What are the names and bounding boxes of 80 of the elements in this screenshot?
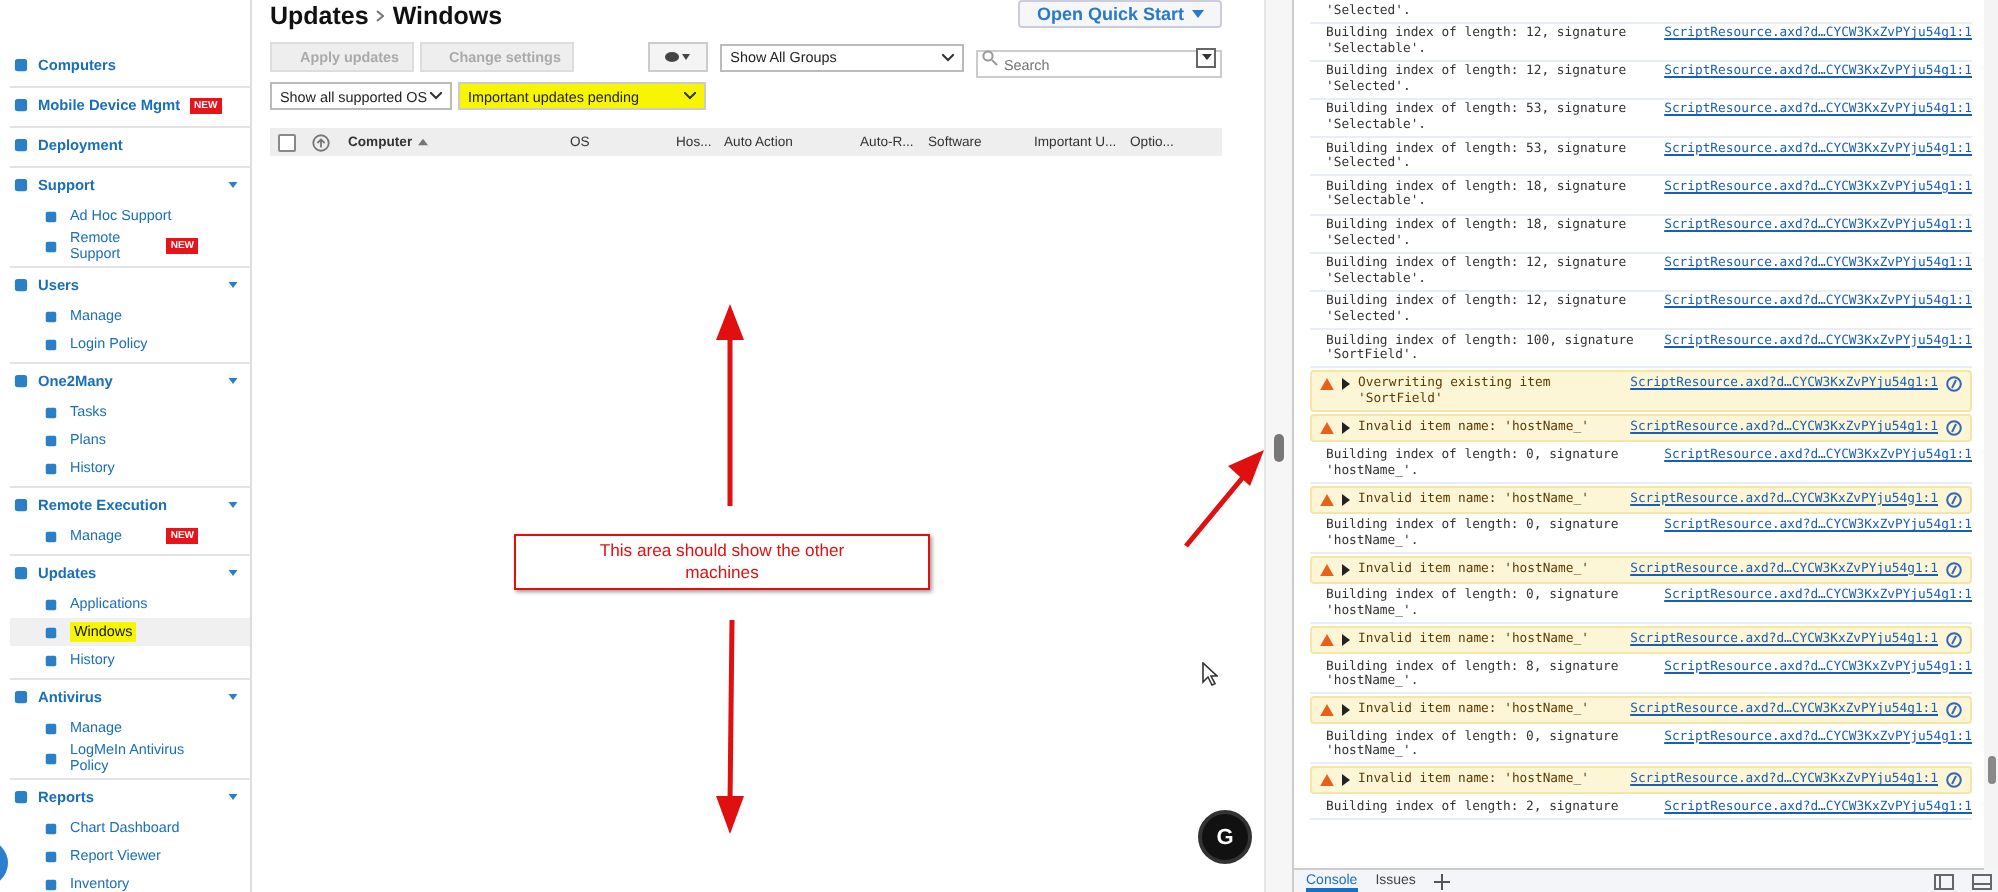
square-icon xyxy=(44,405,58,419)
square-icon xyxy=(44,751,58,765)
caret-icon xyxy=(228,378,238,384)
square-icon xyxy=(14,374,28,388)
chevron-icon xyxy=(376,10,385,22)
circle-icon[interactable] xyxy=(1946,561,1962,578)
square-icon xyxy=(14,790,28,804)
square-icon xyxy=(44,461,58,475)
square-icon xyxy=(14,58,28,72)
caret-icon xyxy=(430,92,442,100)
breadcrumb-item: Windows xyxy=(392,2,503,30)
expand-triangle-icon[interactable] xyxy=(1342,704,1350,717)
plus-icon[interactable] xyxy=(1433,873,1450,889)
warning-icon xyxy=(1320,704,1334,717)
square-icon xyxy=(44,625,58,639)
assistant-button[interactable]: G xyxy=(1198,810,1252,864)
circle-icon[interactable] xyxy=(1946,491,1962,508)
warning-icon xyxy=(1320,422,1334,435)
caret-icon xyxy=(1192,10,1204,18)
caret-icon xyxy=(942,53,954,61)
square-icon xyxy=(44,337,58,351)
caret-icon xyxy=(228,502,238,508)
square-icon xyxy=(44,529,58,543)
warning-icon xyxy=(1320,378,1334,391)
scrollbar[interactable] xyxy=(1264,0,1292,892)
annotation-callout: This area should show the other machines xyxy=(514,534,930,590)
square-icon xyxy=(14,178,28,192)
warning-icon xyxy=(1320,563,1334,576)
quick-start-button[interactable]: Open Quick Start xyxy=(1018,0,1222,28)
square-icon xyxy=(44,821,58,835)
caret-icon xyxy=(684,92,696,100)
square-icon xyxy=(44,309,58,323)
mouse-cursor-icon xyxy=(1202,662,1218,686)
expand-triangle-icon[interactable] xyxy=(1342,774,1350,787)
warning-icon xyxy=(1320,634,1334,647)
expand-triangle-icon[interactable] xyxy=(1342,422,1350,435)
eye-icon xyxy=(664,50,693,64)
caret-icon xyxy=(1201,54,1211,60)
panel-icon[interactable] xyxy=(1972,873,1992,889)
scrollbar-thumb[interactable] xyxy=(1988,756,1996,784)
square-icon xyxy=(44,721,58,735)
square-icon xyxy=(44,653,58,667)
caret-icon xyxy=(228,694,238,700)
dock-icon[interactable] xyxy=(1934,873,1954,889)
dropdown-button[interactable] xyxy=(1196,47,1216,67)
warning-icon xyxy=(1320,774,1334,787)
breadcrumb-item[interactable]: Updates xyxy=(270,2,369,30)
square-icon xyxy=(14,690,28,704)
expand-triangle-icon[interactable] xyxy=(1342,493,1350,506)
search-icon xyxy=(982,49,998,65)
warning-icon xyxy=(1320,493,1334,506)
caret-icon xyxy=(228,794,238,800)
expand-triangle-icon[interactable] xyxy=(1342,378,1350,391)
square-icon xyxy=(14,278,28,292)
circle-icon[interactable] xyxy=(1946,632,1962,649)
caret-icon xyxy=(228,570,238,576)
square-icon xyxy=(14,498,28,512)
square-icon xyxy=(44,433,58,447)
caret-icon xyxy=(228,182,238,188)
circle-icon[interactable] xyxy=(1946,376,1962,393)
square-icon xyxy=(44,209,58,223)
annotation-arrow xyxy=(1184,450,1264,548)
square-icon xyxy=(44,597,58,611)
circle-icon[interactable] xyxy=(1946,702,1962,719)
expand-triangle-icon[interactable] xyxy=(1342,563,1350,576)
expand-triangle-icon[interactable] xyxy=(1342,634,1350,647)
square-icon xyxy=(44,877,58,891)
up-arrow-circle-icon[interactable] xyxy=(312,133,330,151)
caret-icon xyxy=(228,282,238,288)
square-icon xyxy=(14,566,28,580)
view-options-button[interactable] xyxy=(648,42,709,72)
circle-icon[interactable] xyxy=(1946,420,1962,437)
scrollbar[interactable] xyxy=(1984,0,1998,870)
square-icon xyxy=(44,239,58,253)
square-icon xyxy=(14,98,28,112)
square-icon xyxy=(44,849,58,863)
select-all-checkbox[interactable] xyxy=(278,133,296,151)
square-icon xyxy=(14,138,28,152)
scrollbar-thumb[interactable] xyxy=(1274,434,1284,462)
circle-icon[interactable] xyxy=(1946,772,1962,789)
